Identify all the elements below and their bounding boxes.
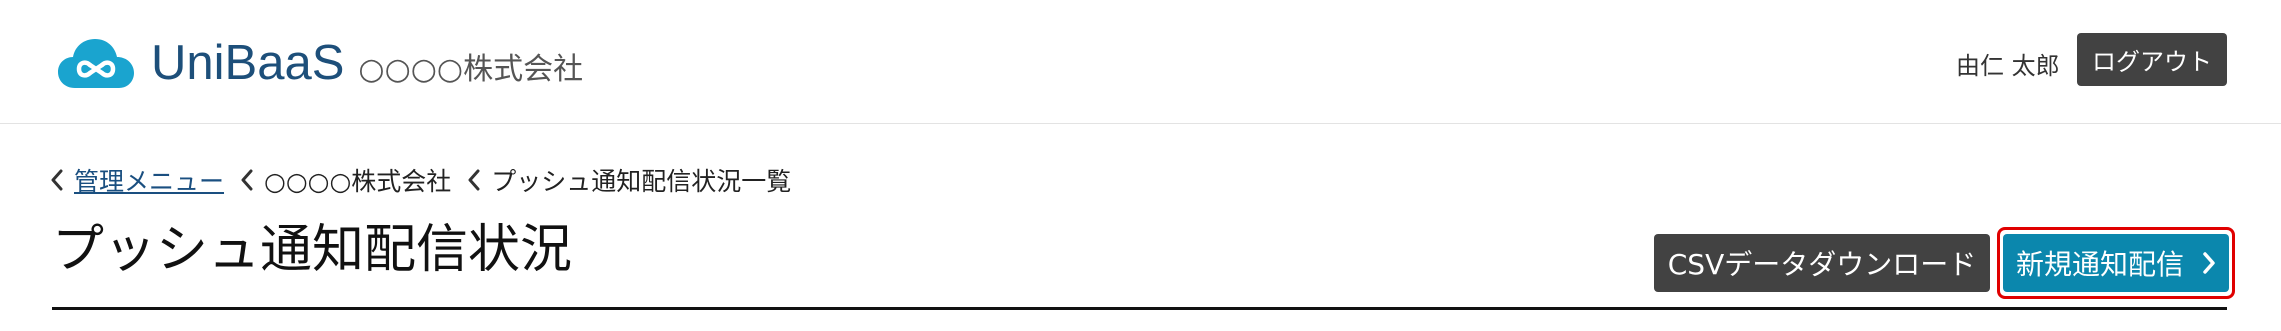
- user-name: 由仁 太郎: [1956, 52, 2060, 80]
- csv-download-button[interactable]: CSVデータダウンロード: [1654, 234, 1990, 292]
- cloud-link-icon: [58, 39, 134, 88]
- breadcrumb: 管理メニュー ○○○○株式会社 プッシュ通知配信状況一覧: [50, 162, 807, 198]
- page: UniBaaS ○○○○株式会社 由仁 太郎 ログアウト 管理メニュー ○○○○…: [0, 0, 2281, 331]
- breadcrumb-label: プッシュ通知配信状況一覧: [491, 167, 792, 196]
- page-title: プッシュ通知配信状況: [52, 220, 573, 280]
- brand-name: UniBaaS: [151, 35, 345, 90]
- breadcrumb-label: ○○○○株式会社: [264, 167, 452, 196]
- chevron-left-icon: [241, 169, 253, 191]
- logout-button[interactable]: ログアウト: [2077, 33, 2227, 86]
- breadcrumb-item-company: ○○○○株式会社: [240, 162, 451, 198]
- new-notification-label: 新規通知配信: [2015, 248, 2184, 281]
- new-notification-button[interactable]: 新規通知配信: [2003, 234, 2229, 292]
- breadcrumb-item-admin-menu[interactable]: 管理メニュー: [50, 162, 224, 198]
- breadcrumb-link[interactable]: 管理メニュー: [74, 162, 224, 198]
- logo[interactable]: UniBaaS ○○○○株式会社: [57, 34, 583, 92]
- chevron-left-icon: [51, 169, 63, 191]
- chevron-right-icon: [2203, 252, 2215, 274]
- title-divider: [52, 307, 2227, 310]
- app-header: UniBaaS ○○○○株式会社 由仁 太郎 ログアウト: [0, 0, 2281, 124]
- breadcrumb-item-current: プッシュ通知配信状況一覧: [467, 162, 791, 198]
- company-name: ○○○○株式会社: [358, 52, 584, 87]
- chevron-left-icon: [468, 169, 480, 191]
